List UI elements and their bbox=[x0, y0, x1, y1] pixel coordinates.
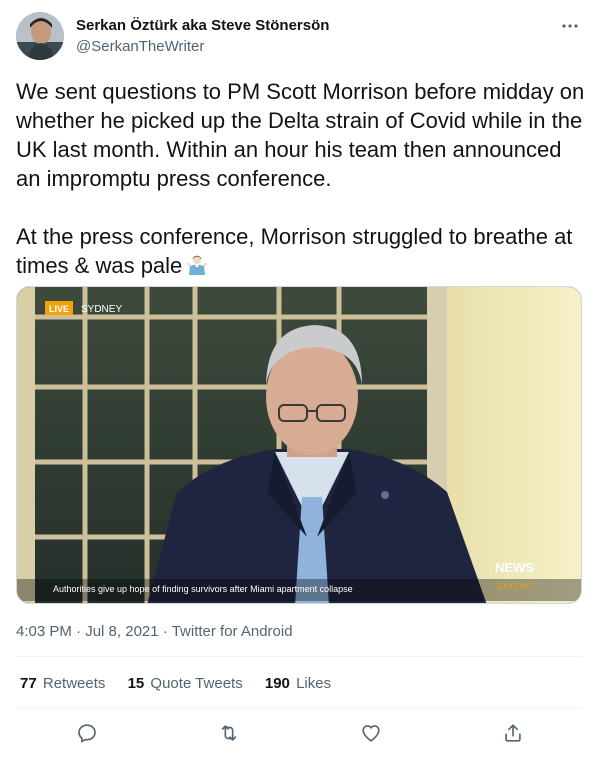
tweet-date[interactable]: Jul 8, 2021 bbox=[85, 623, 158, 640]
reply-icon bbox=[78, 724, 96, 743]
likes-count: 190 bbox=[264, 675, 290, 692]
quote-tweets-label: Quote Tweets bbox=[150, 675, 243, 692]
retweets-stat[interactable]: 77 Retweets bbox=[20, 674, 105, 694]
tweet-paragraph-2: At the press conference, Morrison strugg… bbox=[16, 222, 586, 280]
meta-separator: · bbox=[76, 623, 82, 640]
likes-label: Likes bbox=[296, 675, 332, 692]
avatar-image bbox=[16, 12, 64, 60]
like-icon bbox=[362, 725, 380, 742]
tweet-card: Serkan Öztürk aka Steve Stönersön @Serka… bbox=[0, 0, 598, 757]
tweet-meta: 4:03 PM · Jul 8, 2021 · Twitter for Andr… bbox=[16, 622, 293, 642]
broadcast-time: 13:42 VIC bbox=[497, 582, 533, 591]
tweet-text: We sent questions to PM Scott Morrison b… bbox=[16, 77, 586, 280]
retweet-icon bbox=[221, 725, 237, 741]
author-display-name[interactable]: Serkan Öztürk aka Steve Stönersön bbox=[76, 16, 329, 36]
man-shrugging-emoji-icon bbox=[186, 254, 208, 276]
meta-separator-2: · bbox=[162, 623, 168, 640]
tweet-stats: 77 Retweets 15 Quote Tweets 190 Likes bbox=[20, 674, 349, 694]
tweet-paragraph-2-text: At the press conference, Morrison strugg… bbox=[16, 224, 573, 278]
live-badge-text: LIVE bbox=[49, 304, 69, 314]
divider-top bbox=[16, 656, 582, 657]
tweet-source[interactable]: Twitter for Android bbox=[172, 623, 293, 640]
tweet-time[interactable]: 4:03 PM bbox=[16, 623, 72, 640]
reply-button[interactable] bbox=[74, 720, 100, 746]
retweet-button[interactable] bbox=[216, 720, 242, 746]
tweet-paragraph-1: We sent questions to PM Scott Morrison b… bbox=[16, 79, 585, 191]
news-network-logo: NEWS bbox=[495, 560, 534, 575]
share-icon bbox=[505, 724, 521, 742]
tweet-media-video[interactable]: LIVE SYDNEY Authorities give up hope of … bbox=[16, 286, 582, 604]
quote-tweets-stat[interactable]: 15 Quote Tweets bbox=[128, 674, 243, 694]
share-button[interactable] bbox=[500, 720, 526, 746]
more-icon bbox=[562, 24, 578, 28]
avatar[interactable] bbox=[16, 12, 64, 60]
like-button[interactable] bbox=[358, 720, 384, 746]
news-ticker-text: Authorities give up hope of finding surv… bbox=[53, 584, 353, 594]
quote-tweets-count: 15 bbox=[127, 675, 145, 692]
more-button[interactable] bbox=[558, 14, 582, 38]
divider-bottom bbox=[16, 708, 582, 709]
video-frame: LIVE SYDNEY Authorities give up hope of … bbox=[17, 287, 581, 603]
location-label: SYDNEY bbox=[81, 304, 122, 315]
likes-stat[interactable]: 190 Likes bbox=[265, 674, 331, 694]
action-bar bbox=[16, 718, 582, 748]
retweets-label: Retweets bbox=[42, 675, 106, 692]
retweets-count: 77 bbox=[20, 675, 37, 692]
author-handle[interactable]: @SerkanTheWriter bbox=[76, 37, 204, 57]
